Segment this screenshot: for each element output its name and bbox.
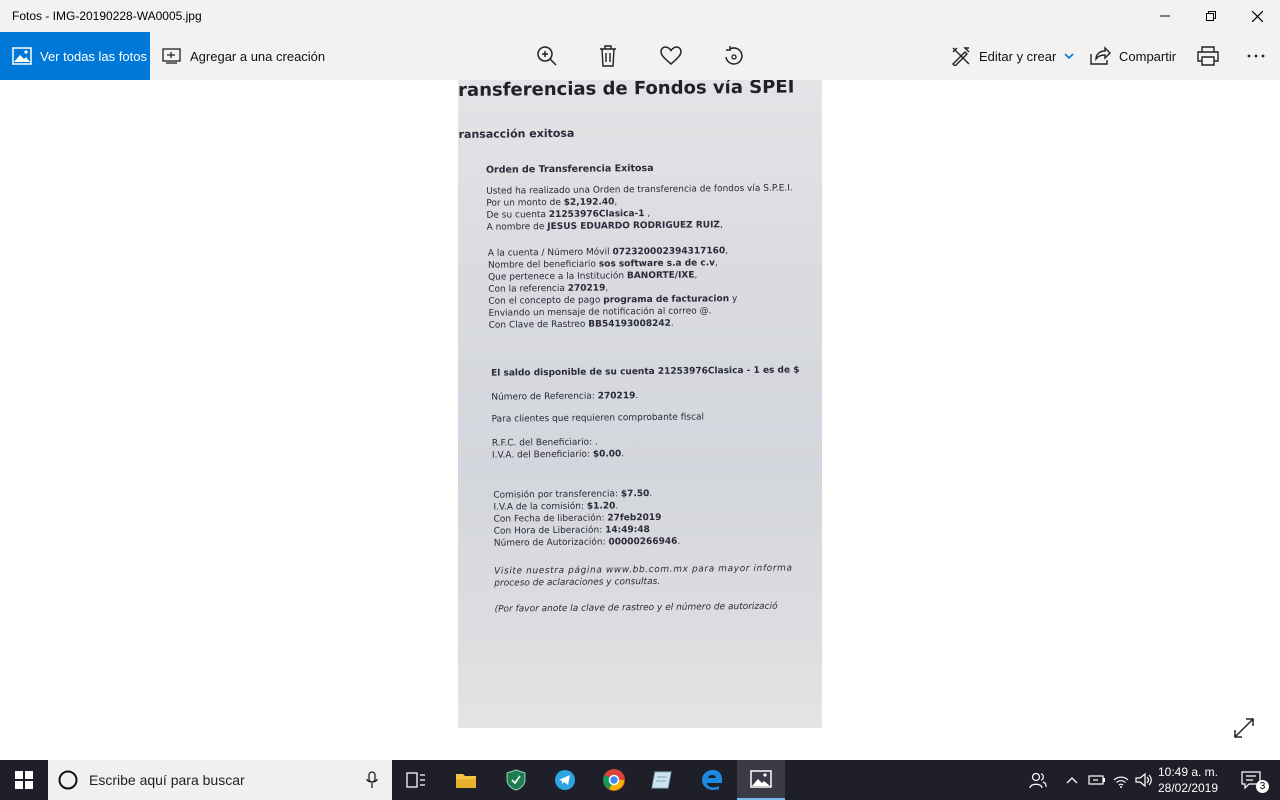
photos-icon <box>750 770 772 788</box>
windows-logo-icon <box>15 771 33 789</box>
restore-icon <box>1206 11 1216 21</box>
see-all-photos-button[interactable]: Ver todas las fotos <box>0 32 150 80</box>
doc-line: Número de Autorización: 00000266946. <box>493 536 681 549</box>
doc-visit-2: proceso de aclaraciones y consultas. <box>494 576 661 589</box>
doc-fiscal: Para clientes que requieren comprobante … <box>491 412 705 425</box>
doc-line: A nombre de JESUS EDUARDO RODRIGUEZ RUIZ… <box>486 220 723 233</box>
title-bar: Fotos - IMG-20190228-WA0005.jpg <box>0 0 1280 32</box>
zoom-in-icon <box>537 46 557 66</box>
chevron-down-icon <box>1064 53 1074 60</box>
doc-line: Usted ha realizado una Orden de transfer… <box>486 183 793 197</box>
photos-app-button[interactable] <box>737 760 785 800</box>
doc-line: Comisión por transferencia: $7.50. <box>493 488 653 501</box>
wifi-icon <box>1113 776 1129 788</box>
more-icon <box>1247 54 1265 58</box>
add-to-creation-button[interactable]: Agregar a una creación <box>162 32 325 80</box>
wifi-button[interactable] <box>1110 760 1132 800</box>
microphone-icon <box>366 771 378 788</box>
more-options-button[interactable] <box>1236 32 1276 80</box>
edit-create-icon <box>952 47 970 66</box>
delete-button[interactable] <box>588 32 628 80</box>
see-all-photos-label: Ver todas las fotos <box>40 48 147 64</box>
task-view-button[interactable] <box>392 760 440 800</box>
show-hidden-icons-button[interactable] <box>1062 760 1082 800</box>
close-icon <box>1251 10 1263 22</box>
clock-time: 10:49 a. m. <box>1157 765 1219 779</box>
edit-create-button[interactable]: Editar y crear <box>951 32 1082 80</box>
doc-note: (Por favor anote la clave de rastreo y e… <box>494 601 778 615</box>
shield-icon <box>506 769 526 791</box>
zoom-button[interactable] <box>527 32 567 80</box>
photo-viewer[interactable]: ransferencias de Fondos vía SPEI ransacc… <box>0 80 1280 760</box>
add-to-creation-icon <box>162 48 181 64</box>
minimize-button[interactable] <box>1142 0 1188 32</box>
photo-icon <box>12 47 32 65</box>
receipt-document: ransferencias de Fondos vía SPEI ransacc… <box>458 80 822 728</box>
doc-balance: El saldo disponible de su cuenta 2125397… <box>491 365 800 379</box>
share-label: Compartir <box>1119 48 1177 64</box>
window-title: Fotos - IMG-20190228-WA0005.jpg <box>12 9 202 23</box>
chrome-button[interactable] <box>590 760 638 800</box>
favorite-button[interactable] <box>651 32 691 80</box>
notes-icon <box>651 771 672 789</box>
share-icon <box>1090 46 1111 65</box>
restore-button[interactable] <box>1188 0 1234 32</box>
doc-rfc: R.F.C. del Beneficiario: . <box>491 437 598 449</box>
cortana-icon <box>58 770 78 790</box>
taskbar: Escribe aquí para buscar 10:49 a. m. 28/… <box>0 760 1280 800</box>
share-button[interactable]: Compartir <box>1089 32 1176 80</box>
taskbar-search[interactable]: Escribe aquí para buscar <box>48 760 392 800</box>
search-placeholder: Escribe aquí para buscar <box>89 772 245 788</box>
print-button[interactable] <box>1188 32 1228 80</box>
doc-heading: ransferencias de Fondos vía SPEI <box>458 80 795 101</box>
telegram-button[interactable] <box>541 760 589 800</box>
battery-icon <box>1088 775 1105 785</box>
security-app-button[interactable] <box>492 760 540 800</box>
clock-date: 28/02/2019 <box>1157 781 1219 795</box>
edit-create-label: Editar y crear <box>979 48 1057 64</box>
doc-status: ransacción exitosa <box>458 126 575 141</box>
task-view-icon <box>406 772 425 788</box>
edge-icon <box>702 770 722 790</box>
people-icon <box>1029 772 1047 789</box>
folder-icon <box>456 774 476 788</box>
minimize-icon <box>1160 15 1170 17</box>
printer-icon <box>1197 46 1219 66</box>
action-center-button[interactable]: 3 <box>1232 760 1272 800</box>
edge-button[interactable] <box>688 760 736 800</box>
doc-order-title: Orden de Transferencia Exitosa <box>485 162 654 176</box>
speaker-icon <box>1135 772 1152 788</box>
telegram-icon <box>555 770 575 790</box>
add-to-creation-label: Agregar a una creación <box>190 48 326 64</box>
expand-icon <box>1234 718 1254 738</box>
chrome-icon <box>603 769 625 791</box>
fullscreen-button[interactable] <box>1232 716 1256 740</box>
taskbar-clock[interactable]: 10:49 a. m. 28/02/2019 <box>1152 760 1224 800</box>
rotate-button[interactable] <box>713 32 753 80</box>
heart-icon <box>660 46 682 65</box>
doc-line: Número de Referencia: 270219. <box>491 391 639 403</box>
file-explorer-button[interactable] <box>442 760 490 800</box>
notification-count: 3 <box>1256 780 1269 793</box>
people-button[interactable] <box>1026 760 1050 800</box>
start-button[interactable] <box>0 760 48 800</box>
doc-line: Que pertenece a la Institución BANORTE/I… <box>488 270 698 283</box>
notes-app-button[interactable] <box>638 760 686 800</box>
app-toolbar: Ver todas las fotos Agregar a una creaci… <box>0 32 1280 80</box>
doc-line: Con Clave de Rastreo BB54193008242. <box>488 318 674 331</box>
photo-image: ransferencias de Fondos vía SPEI ransacc… <box>458 80 822 728</box>
trash-icon <box>600 45 616 67</box>
close-button[interactable] <box>1234 0 1280 32</box>
chevron-up-icon <box>1066 777 1078 784</box>
battery-button[interactable] <box>1086 760 1108 800</box>
rotate-icon <box>725 46 743 65</box>
doc-line: I.V.A. del Beneficiario: $0.00. <box>491 449 625 461</box>
